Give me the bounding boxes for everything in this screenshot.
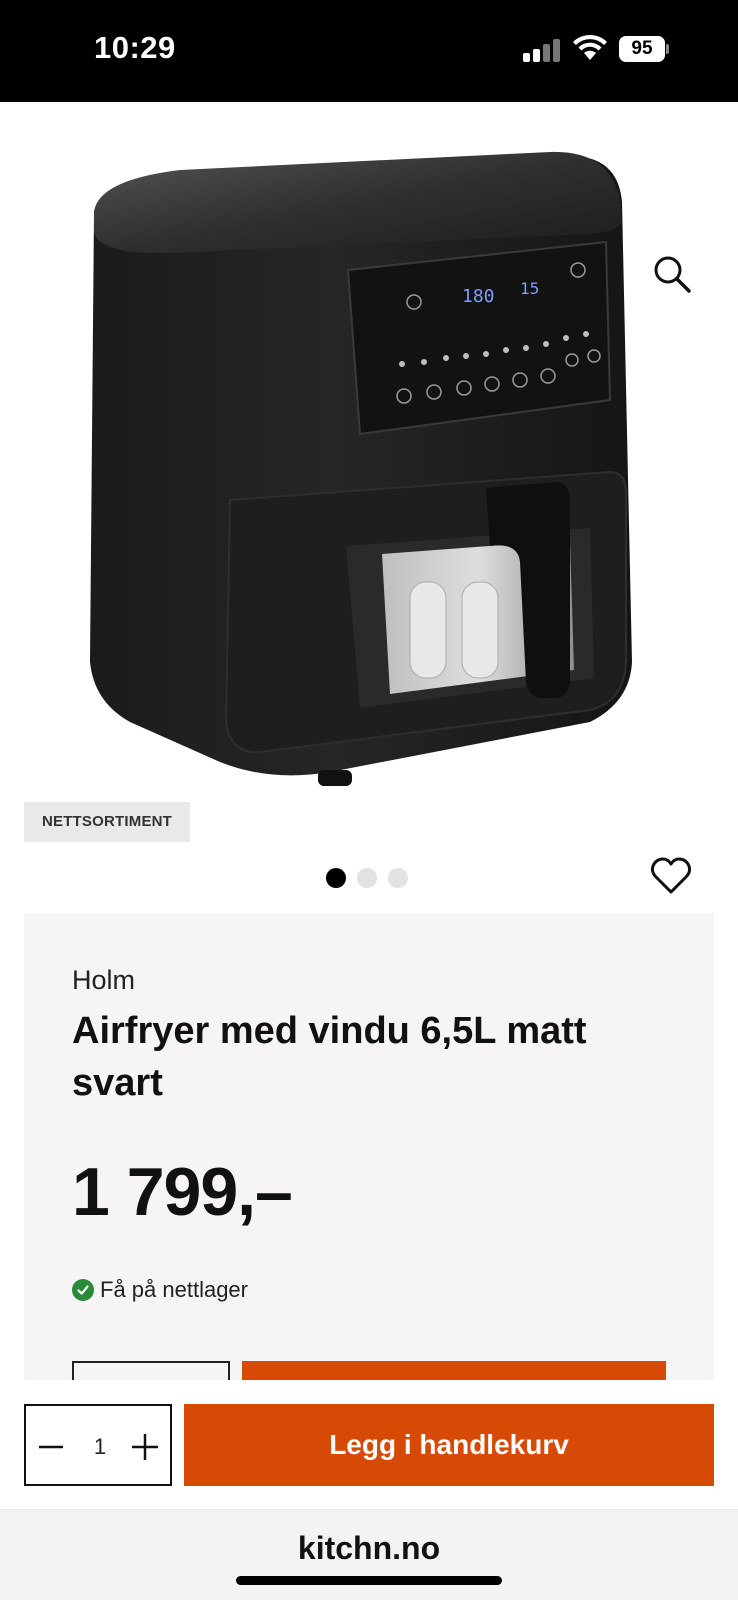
status-bar: 10:29 95 bbox=[0, 0, 738, 102]
nettsortiment-badge: NETTSORTIMENT bbox=[24, 802, 190, 842]
product-price: 1 799,– bbox=[72, 1154, 293, 1230]
stock-status-text: Få på nettlager bbox=[100, 1277, 248, 1302]
svg-text:180: 180 bbox=[462, 286, 495, 307]
gallery-dot-1[interactable] bbox=[326, 868, 346, 888]
check-circle-icon bbox=[72, 1279, 94, 1301]
sticky-cart-bar: 1 Legg i handlekurv bbox=[0, 1380, 738, 1510]
product-title: Airfryer med vindu 6,5L matt svart bbox=[72, 1010, 587, 1104]
plus-icon[interactable] bbox=[130, 1434, 160, 1460]
cellular-signal-icon bbox=[523, 38, 561, 62]
gallery-pagination[interactable] bbox=[326, 868, 408, 888]
battery-indicator: 95 bbox=[619, 36, 669, 62]
add-to-cart-button[interactable]: Legg i handlekurv bbox=[184, 1404, 714, 1486]
browser-url-bar[interactable]: kitchn.no bbox=[0, 1510, 738, 1600]
product-image[interactable]: 180 15 bbox=[70, 142, 660, 802]
url-text[interactable]: kitchn.no bbox=[0, 1530, 738, 1567]
gallery-dot-2[interactable] bbox=[357, 868, 377, 888]
svg-text:15: 15 bbox=[520, 279, 539, 298]
product-gallery[interactable]: 180 15 bbox=[0, 102, 738, 842]
gallery-dot-3[interactable] bbox=[388, 868, 408, 888]
inline-add-to-cart-button[interactable] bbox=[242, 1361, 666, 1380]
quantity-value[interactable]: 1 bbox=[80, 1406, 120, 1488]
product-brand[interactable]: Holm bbox=[72, 965, 135, 996]
inline-quantity-stepper[interactable] bbox=[72, 1361, 230, 1380]
home-indicator[interactable] bbox=[236, 1576, 502, 1585]
wifi-icon bbox=[573, 34, 607, 60]
battery-level: 95 bbox=[619, 36, 665, 62]
product-info-card: Holm Airfryer med vindu 6,5L matt svart … bbox=[24, 913, 714, 1380]
heart-icon[interactable] bbox=[650, 856, 692, 896]
search-icon[interactable] bbox=[650, 252, 694, 296]
quantity-stepper[interactable]: 1 bbox=[24, 1404, 172, 1486]
status-time: 10:29 bbox=[94, 30, 176, 65]
stock-status: Få på nettlager bbox=[72, 1277, 248, 1303]
minus-icon[interactable] bbox=[38, 1434, 64, 1460]
